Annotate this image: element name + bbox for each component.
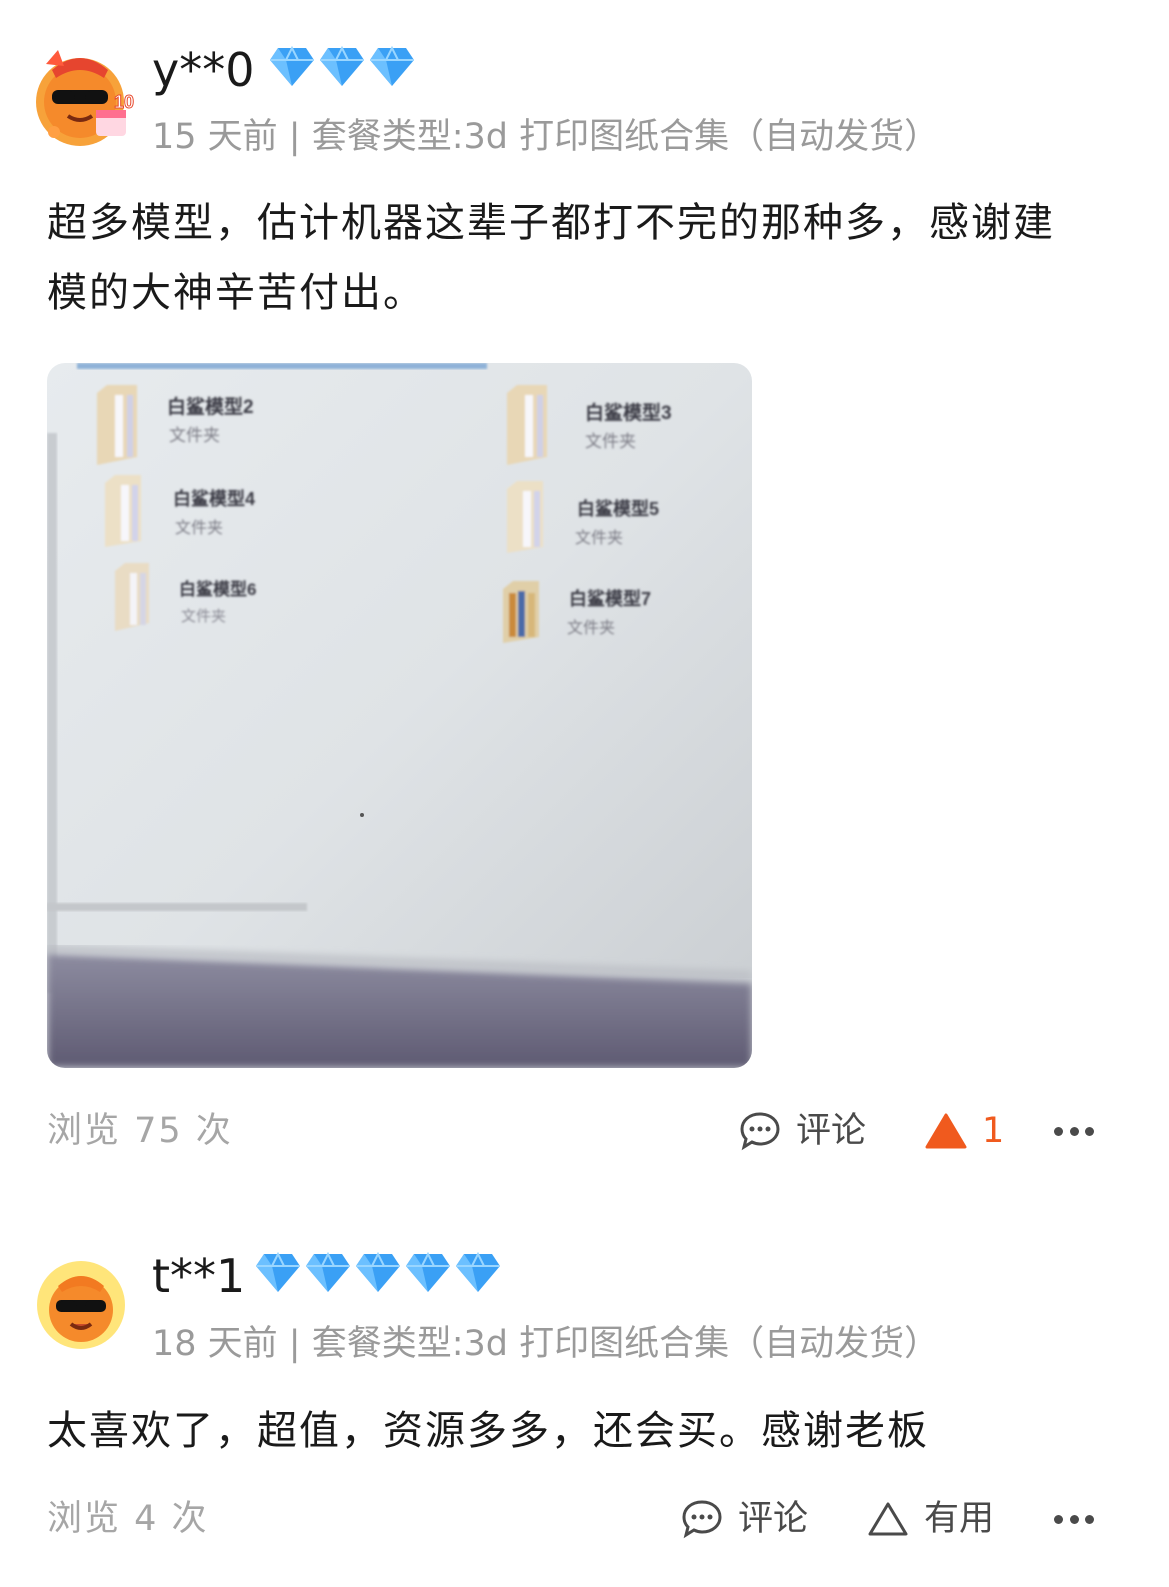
folder-name: 白鲨模型2 <box>167 395 254 418</box>
review-text: 超多模型，估计机器这辈子都打不完的那种多，感谢建 模的大神辛苦付出。 <box>47 188 1127 328</box>
folder-type: 文件夹 <box>575 529 623 547</box>
review-text: 太喜欢了，超值，资源多多，还会买。感谢老板 <box>47 1396 1127 1466</box>
triangle-filled-icon <box>925 1113 967 1149</box>
review-text-line: 模的大神辛苦付出。 <box>47 270 425 316</box>
diamond-icon <box>320 46 364 86</box>
folder-name: 白鲨模型5 <box>577 498 659 519</box>
more-dots-icon[interactable] <box>1054 1124 1094 1138</box>
review-meta: 18 天前 | 套餐类型:3d 打印图纸合集（自动发货） <box>152 1324 940 1364</box>
folder-type: 文件夹 <box>175 519 223 537</box>
view-count: 浏览 4 次 <box>47 1499 209 1539</box>
review-card: t**1 18 天前 | 套餐类型:3d 打印图纸合集（自动发货） 太喜欢了，超… <box>0 1240 1169 1580</box>
review-meta: 15 天前 | 套餐类型:3d 打印图纸合集（自动发货） <box>152 117 940 157</box>
diamond-icon <box>256 1252 300 1292</box>
comment-bubble-icon <box>682 1500 722 1539</box>
avatar[interactable]: 10 <box>24 44 136 148</box>
folder-type: 文件夹 <box>585 432 636 451</box>
folder-type: 文件夹 <box>169 426 220 445</box>
useful-count: 1 <box>982 1111 1005 1151</box>
review-photo[interactable]: 白鲨模型2 文件夹 白鲨模型3 文件夹 白鲨模型4 文件夹 白鲨模型5 文件夹 … <box>47 363 752 1068</box>
more-dots-icon[interactable] <box>1054 1512 1094 1526</box>
review-footer: 浏览 4 次 评论 有用 <box>0 1494 1169 1544</box>
comment-button[interactable]: 评论 <box>738 1106 866 1156</box>
diamond-icon <box>356 1252 400 1292</box>
folder-name: 白鲨模型6 <box>179 579 256 599</box>
comment-button[interactable]: 评论 <box>680 1494 808 1544</box>
diamond-icon <box>270 46 314 86</box>
folder-name: 白鲨模型7 <box>569 588 651 609</box>
useful-button[interactable]: 1 <box>924 1106 1004 1156</box>
level-badge <box>268 46 416 88</box>
useful-label: 有用 <box>924 1499 995 1539</box>
comment-label: 评论 <box>738 1499 809 1539</box>
comment-bubble-icon <box>740 1112 780 1151</box>
folder-name: 白鲨模型3 <box>585 401 672 424</box>
diamond-icon <box>370 46 414 86</box>
svg-text:10: 10 <box>114 92 134 112</box>
review-footer: 浏览 75 次 评论 1 <box>0 1106 1169 1156</box>
diamond-icon <box>406 1252 450 1292</box>
review-text-line: 太喜欢了，超值，资源多多，还会买。感谢老板 <box>47 1408 929 1454</box>
review-card: 10 y**0 15 天前 | 套餐类型:3d 打印图纸合集（自动发货） 超多模… <box>0 0 1169 1180</box>
avatar[interactable] <box>36 1260 126 1350</box>
username[interactable]: y**0 <box>152 42 255 98</box>
folder-type: 文件夹 <box>567 619 615 637</box>
diamond-icon <box>456 1252 500 1292</box>
diamond-icon <box>306 1252 350 1292</box>
level-badge <box>254 1252 502 1294</box>
view-count: 浏览 75 次 <box>47 1111 233 1151</box>
username[interactable]: t**1 <box>152 1248 245 1304</box>
comment-label: 评论 <box>796 1111 867 1151</box>
folder-name: 白鲨模型4 <box>173 488 255 509</box>
folder-type: 文件夹 <box>181 608 226 625</box>
useful-button[interactable]: 有用 <box>866 1494 994 1544</box>
triangle-outline-icon <box>868 1502 908 1536</box>
review-text-line: 超多模型，估计机器这辈子都打不完的那种多，感谢建 <box>47 200 1055 246</box>
